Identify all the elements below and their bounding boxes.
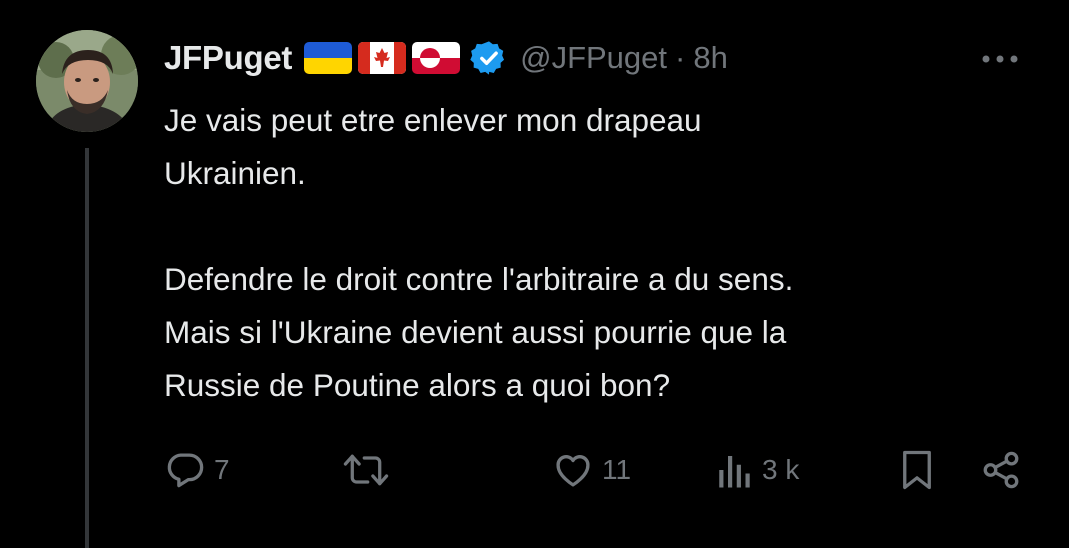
views-count: 3 k	[762, 454, 800, 485]
tweet-text-line: Russie de Poutine alors a quoi bon?	[164, 367, 671, 403]
flag-emojis	[304, 42, 461, 74]
share-icon	[983, 451, 1019, 489]
reply-count: 7	[214, 454, 230, 485]
tweet-text-line: Ukrainien.	[164, 155, 306, 191]
canada-flag-icon	[358, 42, 407, 74]
like-button[interactable]: 11	[552, 440, 631, 500]
bookmark-button[interactable]	[900, 440, 934, 500]
share-button[interactable]	[980, 440, 1022, 500]
tweet-text-line: Defendre le droit contre l'arbitraire a …	[164, 261, 794, 297]
ukraine-flag-icon	[304, 42, 353, 74]
reply-icon	[167, 453, 204, 488]
more-options-icon[interactable]	[976, 42, 1024, 76]
separator-dot: ·	[675, 40, 686, 75]
views-button[interactable]: 3 k	[716, 440, 799, 500]
user-handle[interactable]: @JFPuget	[520, 40, 667, 76]
like-count: 11	[602, 454, 632, 485]
tweet: JFPuget @JFPuget · 8h Je vais peut etre …	[0, 0, 1069, 548]
verified-badge-icon[interactable]	[470, 39, 508, 77]
tweet-time[interactable]: 8h	[693, 40, 727, 76]
like-heart-icon	[556, 455, 590, 487]
action-bar: 7 11 3 k	[0, 440, 1069, 500]
tweet-header: JFPuget @JFPuget · 8h	[164, 36, 728, 80]
bookmark-icon	[903, 450, 931, 490]
display-name[interactable]: JFPuget	[164, 39, 292, 77]
views-chart-icon	[719, 456, 750, 488]
tweet-text-line: Mais si l'Ukraine devient aussi pourrie …	[164, 314, 787, 350]
tweet-text-line: Je vais peut etre enlever mon drapeau	[164, 102, 702, 138]
avatar[interactable]	[36, 30, 138, 132]
tweet-text: Je vais peut etre enlever mon drapeau Uk…	[164, 94, 1044, 412]
retweet-icon	[343, 454, 389, 486]
reply-button[interactable]: 7	[164, 440, 230, 500]
greenland-flag-icon	[412, 42, 461, 74]
avatar-photo	[36, 30, 138, 132]
tweet-text-blank-line	[164, 200, 1044, 253]
retweet-button[interactable]	[342, 440, 398, 500]
